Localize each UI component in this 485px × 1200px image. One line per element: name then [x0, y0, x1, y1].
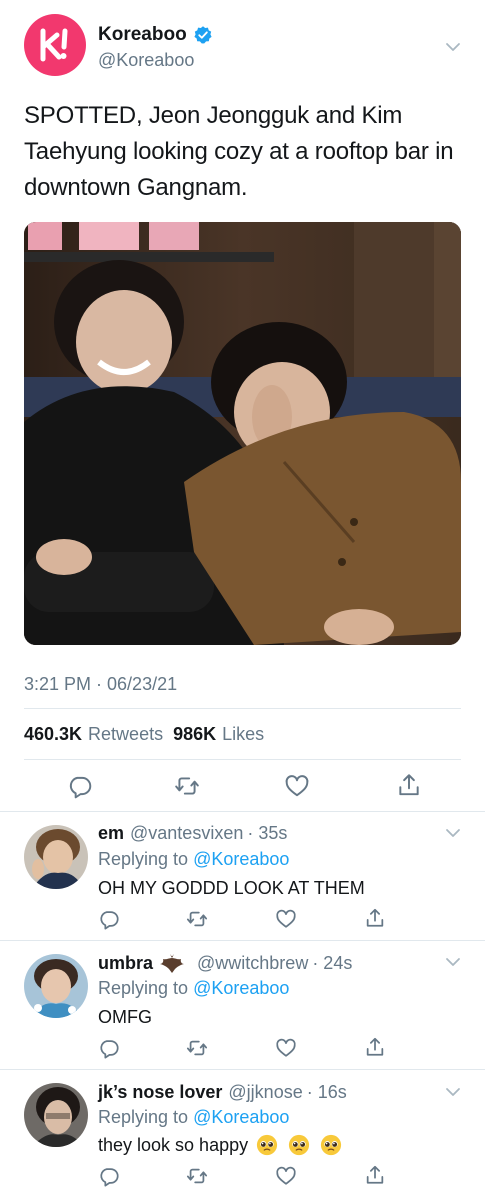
share-icon[interactable]	[396, 772, 422, 798]
reply-author-handle[interactable]: @wwitchbrew	[197, 953, 308, 974]
reply-text-row: they look so happy	[98, 1134, 342, 1156]
avatar-image	[24, 825, 88, 889]
chevron-down-icon[interactable]	[445, 1087, 461, 1097]
retweet-icon[interactable]	[186, 1165, 208, 1187]
tweet-photo[interactable]	[24, 222, 461, 645]
avatar[interactable]	[24, 825, 88, 889]
reply-text: they look so happy	[98, 1134, 249, 1155]
main-tweet: Koreaboo @Koreaboo SPOTTED, Jeon Jeonggu…	[0, 0, 485, 810]
reply-author-name[interactable]: em	[98, 823, 124, 844]
avatar-image	[24, 1083, 88, 1147]
reply-header: jk’s nose lover @jjknose · 16s	[98, 1082, 347, 1103]
reply-author-handle[interactable]: @vantesvixen	[130, 823, 243, 844]
reply-text: OH MY GODDD LOOK AT THEM	[98, 878, 365, 898]
reply-tweet[interactable]: em @vantesvixen · 35s Replying to @Korea…	[0, 812, 485, 940]
reply-header: em @vantesvixen · 35s	[98, 823, 287, 844]
koreaboo-logo-icon	[40, 28, 68, 62]
pleading-face-emoji-icon	[257, 1134, 278, 1156]
retweets-count[interactable]: 460.3K	[24, 724, 82, 745]
like-icon[interactable]	[275, 1165, 297, 1187]
replying-to-link[interactable]: @Koreaboo	[193, 849, 289, 869]
replying-to-link[interactable]: @Koreaboo	[193, 1107, 289, 1127]
reply-header: umbra @wwitchbrew · 24s	[98, 952, 352, 974]
reply-time[interactable]: · 24s	[312, 953, 352, 974]
author-name-row[interactable]: Koreaboo	[98, 24, 213, 46]
likes-label[interactable]: Likes	[222, 724, 264, 745]
reply-time[interactable]: · 16s	[307, 1082, 347, 1103]
author-handle[interactable]: @Koreaboo	[98, 50, 194, 71]
reply-author-name[interactable]: jk’s nose lover	[98, 1082, 222, 1103]
like-icon[interactable]	[275, 908, 297, 930]
tweet-timestamp[interactable]: 3:21 PM · 06/23/21	[24, 674, 177, 695]
pleading-face-emoji-icon	[321, 1134, 342, 1156]
replying-to-link[interactable]: @Koreaboo	[193, 978, 289, 998]
pleading-face-emoji-icon	[289, 1134, 310, 1156]
reply-icon[interactable]	[98, 1165, 120, 1187]
retweets-label[interactable]: Retweets	[88, 724, 163, 745]
divider	[24, 759, 461, 760]
reply-author-name[interactable]: umbra	[98, 953, 153, 974]
reply-text: OMFG	[98, 1007, 152, 1027]
like-icon[interactable]	[275, 1037, 297, 1059]
avatar[interactable]	[24, 1083, 88, 1147]
tweet-actions	[24, 768, 461, 804]
replying-to-label: Replying to	[98, 849, 189, 869]
photo-image	[24, 222, 461, 645]
reply-tweet[interactable]: umbra @wwitchbrew · 24s Replying to @Kor…	[0, 941, 485, 1069]
chevron-down-icon[interactable]	[445, 42, 461, 52]
reply-author-handle[interactable]: @jjknose	[228, 1082, 302, 1103]
reply-icon[interactable]	[98, 908, 120, 930]
chevron-down-icon[interactable]	[445, 957, 461, 967]
divider	[24, 708, 461, 709]
replying-to-label: Replying to	[98, 1107, 189, 1127]
reply-text-row: OMFG	[98, 1007, 152, 1028]
reply-time[interactable]: · 35s	[247, 823, 287, 844]
verified-badge-icon	[194, 26, 212, 44]
reply-text-row: OH MY GODDD LOOK AT THEM	[98, 878, 365, 899]
tweet-stats: 460.3K Retweets 986K Likes	[24, 724, 264, 745]
retweet-icon[interactable]	[174, 773, 200, 799]
like-icon[interactable]	[284, 773, 310, 799]
reply-icon[interactable]	[67, 773, 93, 799]
avatar[interactable]	[24, 954, 88, 1018]
reply-tweet[interactable]: jk’s nose lover @jjknose · 16s Replying …	[0, 1070, 485, 1200]
replying-to: Replying to @Koreaboo	[98, 1107, 289, 1128]
author-name[interactable]: Koreaboo	[98, 24, 187, 46]
likes-count[interactable]: 986K	[173, 724, 216, 745]
replying-to: Replying to @Koreaboo	[98, 849, 289, 870]
replying-to: Replying to @Koreaboo	[98, 978, 289, 999]
share-icon[interactable]	[364, 1036, 386, 1058]
bat-emoji-icon	[160, 954, 185, 973]
replying-to-label: Replying to	[98, 978, 189, 998]
chevron-down-icon[interactable]	[445, 828, 461, 838]
share-icon[interactable]	[364, 907, 386, 929]
retweet-icon[interactable]	[186, 1037, 208, 1059]
avatar-image	[24, 954, 88, 1018]
retweet-icon[interactable]	[186, 908, 208, 930]
share-icon[interactable]	[364, 1164, 386, 1186]
koreaboo-avatar[interactable]	[24, 14, 86, 76]
reply-icon[interactable]	[98, 1037, 120, 1059]
tweet-text: SPOTTED, Jeon Jeongguk and Kim Taehyung …	[24, 102, 454, 201]
